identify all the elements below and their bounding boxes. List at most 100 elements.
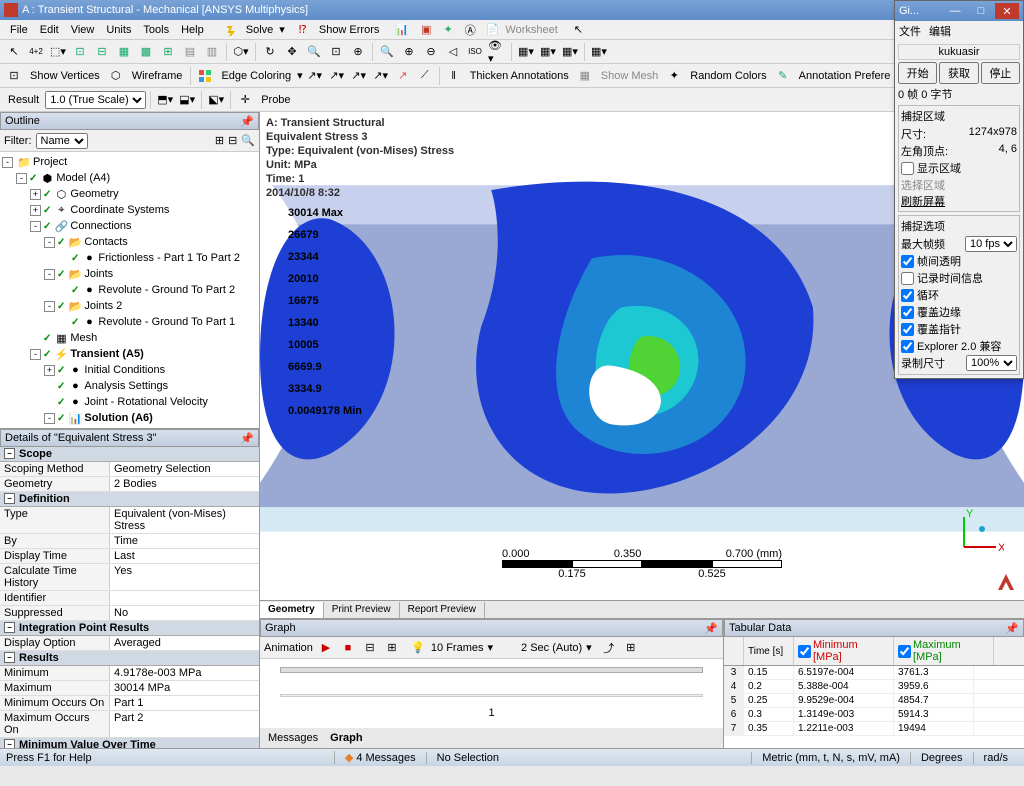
table-row[interactable]: 50.259.9529e-0044854.7 <box>724 694 1024 708</box>
detail-value[interactable]: Equivalent (von-Mises) Stress <box>110 507 259 533</box>
show-mesh-label[interactable]: Show Mesh <box>597 70 662 82</box>
edge-4-icon[interactable]: ↗▾ <box>371 66 391 86</box>
expand-icon[interactable]: + <box>30 205 41 216</box>
random-colors-label[interactable]: Random Colors <box>686 70 770 82</box>
display-icon[interactable]: ▦▾ <box>589 42 609 62</box>
details-row[interactable]: Geometry2 Bodies <box>0 477 259 492</box>
detail-value[interactable]: Part 2 <box>110 711 259 737</box>
edge-5-icon[interactable]: ↗ <box>393 66 413 86</box>
recsize-select[interactable]: 100% <box>966 355 1017 371</box>
tool-icon-4[interactable]: Ⓐ <box>459 22 482 38</box>
probe-icon[interactable]: ✛ <box>235 90 255 110</box>
wireframe-icon[interactable]: ⬡ <box>106 66 126 86</box>
detail-value[interactable]: Part 1 <box>110 696 259 710</box>
tree-node[interactable]: -📁Project <box>0 154 259 170</box>
zoom-in-icon[interactable]: ⊕ <box>399 42 419 62</box>
extend-icon[interactable]: ▥ <box>202 42 222 62</box>
look-icon[interactable]: 👁▾ <box>487 42 507 62</box>
details-row[interactable]: Calculate Time HistoryYes <box>0 564 259 591</box>
maximize-icon[interactable]: □ <box>969 3 993 19</box>
rotate-icon[interactable]: ↻ <box>260 42 280 62</box>
tree-node[interactable]: -✓⬢Model (A4) <box>0 170 259 186</box>
detail-value[interactable]: Yes <box>110 564 259 590</box>
bulb-icon[interactable]: 💡 <box>409 639 427 657</box>
edge-coloring-label[interactable]: Edge Coloring <box>217 70 295 82</box>
frames-label[interactable]: 10 Frames <box>431 642 484 654</box>
gif-menu-edit[interactable]: 编辑 <box>929 23 951 39</box>
details-section[interactable]: −Scope <box>0 447 259 462</box>
detail-value[interactable]: 4.9178e-003 MPa <box>110 666 259 680</box>
edges-icon[interactable]: ⬓▾ <box>177 90 197 110</box>
frame-back-icon[interactable]: ⊟ <box>361 639 379 657</box>
contour-icon[interactable]: ⬒▾ <box>155 90 175 110</box>
tree-node[interactable]: ✓●Frictionless - Part 1 To Part 2 <box>0 250 259 266</box>
graph-body[interactable]: 1 <box>260 659 723 728</box>
filter-body-icon[interactable]: ▩ <box>136 42 156 62</box>
min-col-check[interactable] <box>798 645 811 658</box>
details-row[interactable]: ByTime <box>0 534 259 549</box>
details-row[interactable]: TypeEquivalent (von-Mises) Stress <box>0 507 259 534</box>
table-row[interactable]: 70.351.2211e-00319494 <box>724 722 1024 736</box>
vector-icon[interactable]: ⬕▾ <box>206 90 226 110</box>
tab-print-preview[interactable]: Print Preview <box>324 602 400 618</box>
pan-icon[interactable]: ✥ <box>282 42 302 62</box>
gif-opt[interactable]: 帧间透明 <box>901 253 1017 269</box>
tree-node[interactable]: +✓⌖Coordinate Systems <box>0 202 259 218</box>
gif-opt[interactable]: 覆盖边缘 <box>901 304 1017 320</box>
tree-node[interactable]: ✓●Revolute - Ground To Part 2 <box>0 282 259 298</box>
gif-dialog[interactable]: Gi... — □ ✕ 文件 编辑 kukuasir 开始 获取 停止 0 帧 … <box>894 0 1024 379</box>
edge-1-icon[interactable]: ↗▾ <box>305 66 325 86</box>
settings-icon[interactable]: ⊞ <box>622 639 640 657</box>
next-view-icon[interactable]: ISO <box>465 42 485 62</box>
box-select-icon[interactable]: ⬚▾ <box>48 42 68 62</box>
menu-tools[interactable]: Tools <box>137 24 175 36</box>
tree-node[interactable]: -✓⚡Transient (A5) <box>0 346 259 362</box>
scale-select[interactable]: 1.0 (True Scale) <box>45 91 146 109</box>
detail-value[interactable]: Last <box>110 549 259 563</box>
viewports-icon[interactable]: ▦▾ <box>560 42 580 62</box>
details-row[interactable]: SuppressedNo <box>0 606 259 621</box>
tab-report-preview[interactable]: Report Preview <box>400 602 485 618</box>
show-vertices-icon[interactable]: ⊡ <box>4 66 24 86</box>
minimize-icon[interactable]: — <box>943 3 967 19</box>
zoom-icon[interactable]: 🔍 <box>304 42 324 62</box>
pick-area[interactable]: 选择区域 <box>901 180 945 192</box>
show-mesh-icon[interactable]: ▦ <box>575 66 595 86</box>
stop-icon[interactable]: ■ <box>339 639 357 657</box>
tab-graph[interactable]: Graph <box>330 732 362 744</box>
table-row[interactable]: 30.156.5197e-0043761.3 <box>724 666 1024 680</box>
iso-view-icon[interactable]: ⬡▾ <box>231 42 251 62</box>
menu-help[interactable]: Help <box>175 24 210 36</box>
thicken-label[interactable]: Thicken Annotations <box>466 70 573 82</box>
edge-color-icon[interactable] <box>195 66 215 86</box>
tree-node[interactable]: ✓●Revolute - Ground To Part 1 <box>0 314 259 330</box>
tree-node[interactable]: -✓📂Joints 2 <box>0 298 259 314</box>
tool-icon-1[interactable]: 📊 <box>389 23 415 36</box>
status-messages[interactable]: ◆ 4 Messages <box>334 751 426 764</box>
gif-capture-button[interactable]: 获取 <box>939 62 978 84</box>
outline-tree[interactable]: -📁Project-✓⬢Model (A4)+✓⬡Geometry+✓⌖Coor… <box>0 152 259 428</box>
expand-icon[interactable]: - <box>44 237 55 248</box>
max-col-check[interactable] <box>898 645 911 658</box>
tree-node[interactable]: -✓📂Contacts <box>0 234 259 250</box>
collapse-all-icon[interactable]: ⊟ <box>228 134 237 147</box>
show-errors-button[interactable]: ⁉ Show Errors <box>289 23 390 36</box>
detail-value[interactable]: Averaged <box>110 636 259 650</box>
details-row[interactable]: Display TimeLast <box>0 549 259 564</box>
details-row[interactable]: Maximum30014 MPa <box>0 681 259 696</box>
random-colors-icon[interactable]: ✦ <box>664 66 684 86</box>
zoom-fit-icon[interactable]: 🔍 <box>377 42 397 62</box>
menu-view[interactable]: View <box>65 24 101 36</box>
detail-value[interactable]: Geometry Selection <box>110 462 259 476</box>
fps-select[interactable]: 10 fps <box>965 236 1017 252</box>
vertex-icon[interactable]: 4+2 <box>26 42 46 62</box>
export-icon[interactable]: ⤴ <box>600 639 618 657</box>
tabular-pin-icon[interactable]: 📌 <box>1005 621 1019 635</box>
close-icon[interactable]: ✕ <box>995 3 1019 19</box>
tool-icon-3[interactable]: ✦ <box>438 23 459 36</box>
filter-face-icon[interactable]: ▦ <box>114 42 134 62</box>
tool-icon-2[interactable]: ▣ <box>415 23 437 36</box>
details-grid[interactable]: −ScopeScoping MethodGeometry SelectionGe… <box>0 447 259 748</box>
expand-icon[interactable]: - <box>44 301 55 312</box>
detail-value[interactable]: Time <box>110 534 259 548</box>
